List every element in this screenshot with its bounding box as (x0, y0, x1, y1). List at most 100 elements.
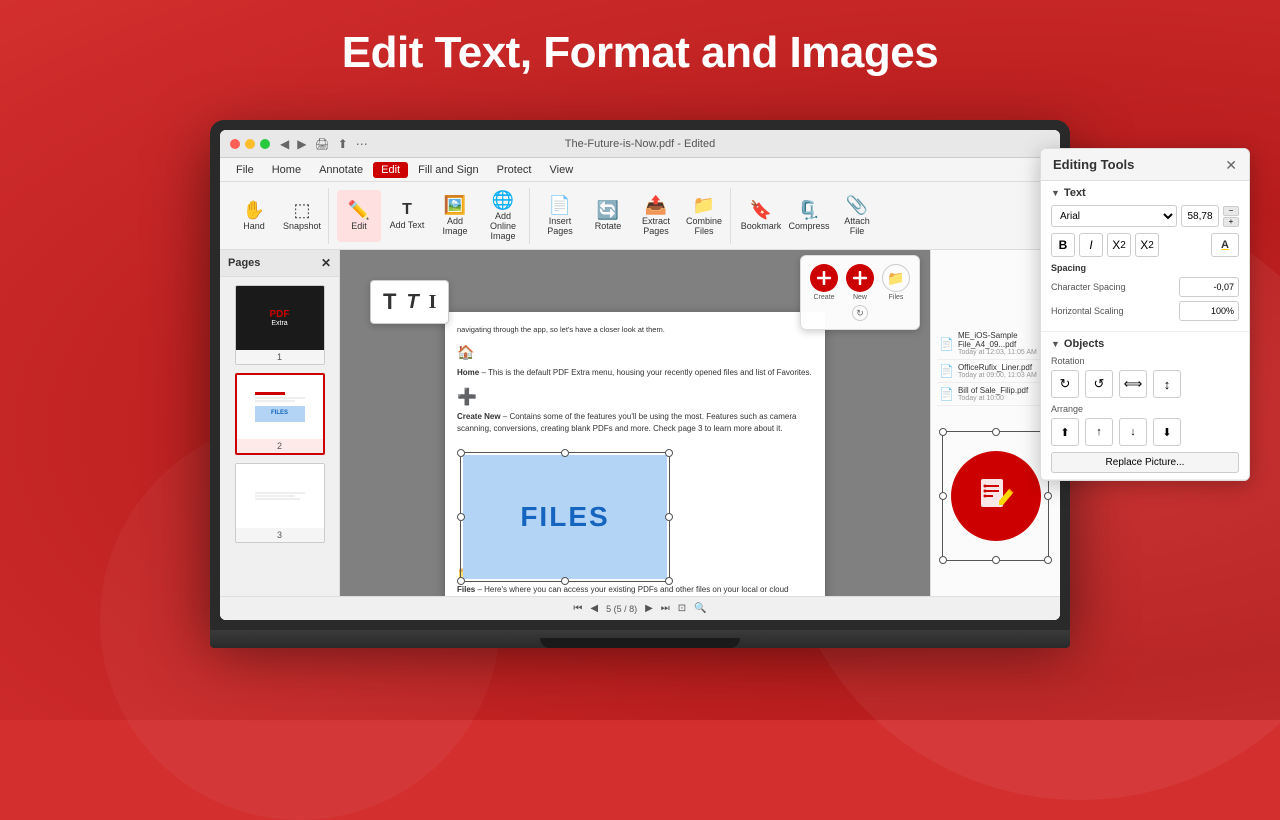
pdf-section-home: 🏠 Home – This is the default PDF Extra m… (457, 343, 813, 379)
create-btn-files[interactable]: 📁 Files (882, 264, 910, 301)
fit-page-btn[interactable]: ⊡ (678, 603, 686, 614)
compress-label: Compress (789, 221, 830, 231)
sel-handle-bl[interactable] (457, 577, 465, 585)
files-list-item-2[interactable]: 📄 Bill of Sale_Filip.pdf Today at 10:00 (937, 383, 1054, 406)
more-icon[interactable]: ⋯ (356, 137, 368, 151)
close-button[interactable] (230, 139, 240, 149)
refresh-icon[interactable]: ↻ (852, 305, 868, 321)
files-selection-box[interactable] (460, 452, 670, 582)
icon-sel-tc[interactable] (992, 428, 1000, 436)
next-page-end-btn[interactable]: ⏭ (661, 603, 670, 614)
page-thumb-3[interactable]: 3 (235, 463, 325, 543)
text-section-arrow[interactable]: ▼ (1051, 188, 1060, 198)
add-text-icon: T (402, 202, 412, 218)
icon-sel-tl[interactable] (939, 428, 947, 436)
horiz-scaling-input[interactable] (1179, 301, 1239, 321)
sel-handle-ml[interactable] (457, 513, 465, 521)
files-list-item-0[interactable]: 📄 ME_iOS-Sample File_A4_09...pdf Today a… (937, 328, 1054, 360)
sel-handle-br[interactable] (665, 577, 673, 585)
tool-edit[interactable]: ✏️ Edit (337, 190, 381, 242)
bring-forward-btn[interactable]: ↑ (1085, 418, 1113, 446)
tool-rotate[interactable]: 🔄 Rotate (586, 190, 630, 242)
text-format-serif[interactable]: I (429, 291, 437, 314)
page-thumb-img-1: PDF Extra (236, 286, 324, 350)
objects-section-arrow[interactable]: ▼ (1051, 339, 1060, 349)
tool-attach[interactable]: 📎 Attach File (835, 190, 879, 242)
text-color-btn[interactable]: A (1211, 233, 1239, 257)
flip-v-btn[interactable]: ↕ (1153, 370, 1181, 398)
prev-page-btn[interactable]: ◀ (590, 603, 598, 614)
page-thumb-1[interactable]: PDF Extra 1 (235, 285, 325, 365)
add-image-label: Add Image (435, 216, 475, 236)
text-format-bold[interactable]: T (383, 289, 396, 315)
flip-h-btn[interactable]: ⟺ (1119, 370, 1147, 398)
tool-snapshot[interactable]: ⬚ Snapshot (280, 190, 324, 242)
tool-insert-pages[interactable]: 📄 Insert Pages (538, 190, 582, 242)
tool-bookmark[interactable]: 🔖 Bookmark (739, 190, 783, 242)
sel-handle-bc[interactable] (561, 577, 569, 585)
icon-sel-mr[interactable] (1044, 492, 1052, 500)
menu-file[interactable]: File (228, 162, 262, 178)
status-bar: ⏮ ◀ 5 (5 / 8) ▶ ⏭ ⊡ 🔍 (220, 596, 1060, 620)
forward-icon[interactable]: ▶ (297, 137, 306, 151)
menu-edit[interactable]: Edit (373, 162, 408, 178)
replace-picture-btn[interactable]: Replace Picture... (1051, 452, 1239, 473)
back-icon[interactable]: ◀ (280, 137, 289, 151)
extract-icon: 📤 (645, 196, 667, 214)
menu-view[interactable]: View (542, 162, 582, 178)
menu-home[interactable]: Home (264, 162, 309, 178)
tool-hand[interactable]: ✋ Hand (232, 190, 276, 242)
bring-front-btn[interactable]: ⬆ (1051, 418, 1079, 446)
sel-handle-tc[interactable] (561, 449, 569, 457)
italic-btn[interactable]: I (1079, 233, 1103, 257)
icon-sel-ml[interactable] (939, 492, 947, 500)
char-spacing-input[interactable] (1179, 277, 1239, 297)
superscript-btn[interactable]: X2 (1135, 233, 1159, 257)
icon-sel-br[interactable] (1044, 556, 1052, 564)
icon-sel-bl[interactable] (939, 556, 947, 564)
send-backward-btn[interactable]: ↓ (1119, 418, 1147, 446)
text-format-italic[interactable]: T (406, 291, 418, 314)
zoom-btn[interactable]: 🔍 (694, 603, 706, 614)
menu-annotate[interactable]: Annotate (311, 162, 371, 178)
pages-close-icon[interactable]: ✕ (321, 256, 331, 270)
send-back-btn[interactable]: ⬇ (1153, 418, 1181, 446)
sel-handle-mr[interactable] (665, 513, 673, 521)
share-icon[interactable]: ⬆ (338, 137, 348, 151)
page-thumb-img-2: FILES (237, 375, 323, 439)
insert-pages-icon: 📄 (549, 196, 571, 214)
subscript-btn[interactable]: X2 (1107, 233, 1131, 257)
editing-tools-close[interactable]: ✕ (1225, 158, 1237, 172)
page-thumb-2[interactable]: FILES 2 (235, 373, 325, 455)
title-bar-buttons (230, 139, 270, 149)
print-icon[interactable]: 🖨 (314, 137, 329, 151)
bold-btn[interactable]: B (1051, 233, 1075, 257)
rotate-ccw-btn[interactable]: ↺ (1085, 370, 1113, 398)
tool-add-image[interactable]: 🖼️ Add Image (433, 190, 477, 242)
icon-sel-bc[interactable] (992, 556, 1000, 564)
sel-handle-tl[interactable] (457, 449, 465, 457)
create-btn-create[interactable]: Create (810, 264, 838, 301)
tool-extract[interactable]: 📤 Extract Pages (634, 190, 678, 242)
tool-add-online-image[interactable]: 🌐 Add Online Image (481, 190, 525, 242)
insert-pages-label: Insert Pages (540, 216, 580, 236)
maximize-button[interactable] (260, 139, 270, 149)
font-size-input[interactable] (1181, 205, 1219, 227)
menu-fill-sign[interactable]: Fill and Sign (410, 162, 487, 178)
tool-add-text[interactable]: T Add Text (385, 190, 429, 242)
et-objects-section: ▼ Objects Rotation ↻ ↺ ⟺ ↕ Arrange ⬆ ↑ ↓… (1041, 332, 1249, 480)
rotate-cw-btn[interactable]: ↻ (1051, 370, 1079, 398)
files-list-item-1[interactable]: 📄 OfficeRufix_Liner.pdf Today at 09:00, … (937, 360, 1054, 383)
prev-page-start-btn[interactable]: ⏮ (573, 603, 582, 614)
font-size-up[interactable]: − (1223, 206, 1239, 216)
next-page-btn[interactable]: ▶ (645, 603, 653, 614)
menu-protect[interactable]: Protect (489, 162, 540, 178)
font-select[interactable]: Arial (1051, 205, 1177, 227)
sel-handle-tr[interactable] (665, 449, 673, 457)
tool-combine[interactable]: 📁 Combine Files (682, 190, 726, 242)
font-size-down[interactable]: + (1223, 217, 1239, 227)
pdf-area[interactable]: T T I navigating through the app, so let… (340, 250, 1060, 596)
tool-compress[interactable]: 🗜️ Compress (787, 190, 831, 242)
minimize-button[interactable] (245, 139, 255, 149)
create-btn-new[interactable]: New (846, 264, 874, 301)
